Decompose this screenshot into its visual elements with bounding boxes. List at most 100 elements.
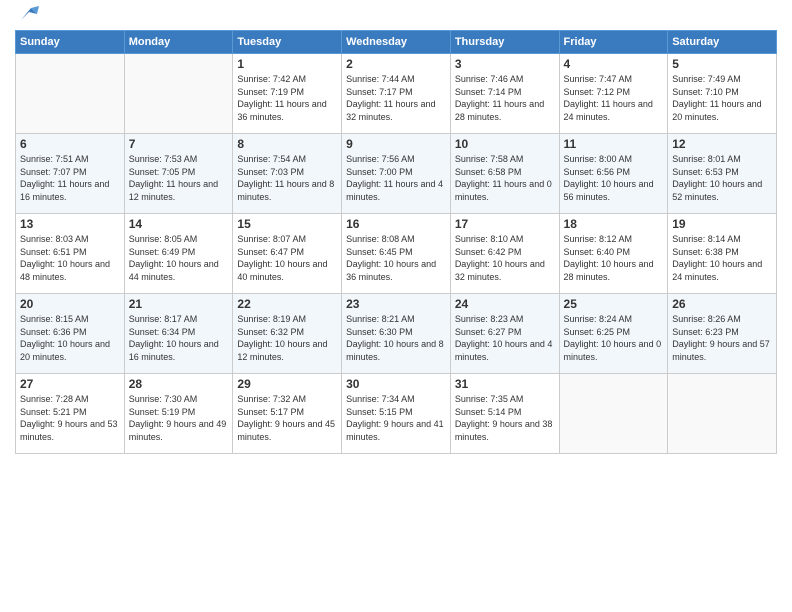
day-info: Sunrise: 8:17 AM Sunset: 6:34 PM Dayligh… [129, 313, 229, 363]
column-header-friday: Friday [559, 31, 668, 54]
calendar-cell: 10 Sunrise: 7:58 AM Sunset: 6:58 PM Dayli… [450, 134, 559, 214]
day-number: 26 [672, 297, 772, 311]
calendar-cell: 9 Sunrise: 7:56 AM Sunset: 7:00 PM Daylig… [342, 134, 451, 214]
column-header-sunday: Sunday [16, 31, 125, 54]
day-number: 10 [455, 137, 555, 151]
day-info: Sunrise: 8:05 AM Sunset: 6:49 PM Dayligh… [129, 233, 229, 283]
week-row-4: 20 Sunrise: 8:15 AM Sunset: 6:36 PM Dayli… [16, 294, 777, 374]
day-number: 9 [346, 137, 446, 151]
calendar-table: SundayMondayTuesdayWednesdayThursdayFrid… [15, 30, 777, 454]
day-number: 13 [20, 217, 120, 231]
day-info: Sunrise: 7:32 AM Sunset: 5:17 PM Dayligh… [237, 393, 337, 443]
week-row-1: 1Sunrise: 7:42 AM Sunset: 7:19 PM Daylig… [16, 54, 777, 134]
day-info: Sunrise: 8:07 AM Sunset: 6:47 PM Dayligh… [237, 233, 337, 283]
calendar-cell [559, 374, 668, 454]
day-info: Sunrise: 8:12 AM Sunset: 6:40 PM Dayligh… [564, 233, 664, 283]
day-info: Sunrise: 8:08 AM Sunset: 6:45 PM Dayligh… [346, 233, 446, 283]
logo-bird-icon [17, 6, 39, 24]
day-number: 4 [564, 57, 664, 71]
day-number: 1 [237, 57, 337, 71]
day-number: 23 [346, 297, 446, 311]
calendar-cell: 13 Sunrise: 8:03 AM Sunset: 6:51 PM Dayli… [16, 214, 125, 294]
page-container: SundayMondayTuesdayWednesdayThursdayFrid… [0, 0, 792, 464]
day-info: Sunrise: 7:53 AM Sunset: 7:05 PM Dayligh… [129, 153, 229, 203]
calendar-cell: 14 Sunrise: 8:05 AM Sunset: 6:49 PM Dayli… [124, 214, 233, 294]
column-header-monday: Monday [124, 31, 233, 54]
calendar-cell: 16 Sunrise: 8:08 AM Sunset: 6:45 PM Dayli… [342, 214, 451, 294]
day-info: Sunrise: 8:00 AM Sunset: 6:56 PM Dayligh… [564, 153, 664, 203]
day-info: Sunrise: 7:44 AM Sunset: 7:17 PM Dayligh… [346, 73, 446, 123]
day-number: 5 [672, 57, 772, 71]
calendar-cell: 5 Sunrise: 7:49 AM Sunset: 7:10 PM Daylig… [668, 54, 777, 134]
calendar-cell: 24 Sunrise: 8:23 AM Sunset: 6:27 PM Dayli… [450, 294, 559, 374]
calendar-cell: 17 Sunrise: 8:10 AM Sunset: 6:42 PM Dayli… [450, 214, 559, 294]
day-info: Sunrise: 8:21 AM Sunset: 6:30 PM Dayligh… [346, 313, 446, 363]
header [15, 10, 777, 24]
day-number: 14 [129, 217, 229, 231]
calendar-cell: 23 Sunrise: 8:21 AM Sunset: 6:30 PM Dayli… [342, 294, 451, 374]
day-info: Sunrise: 7:28 AM Sunset: 5:21 PM Dayligh… [20, 393, 120, 443]
day-info: Sunrise: 7:56 AM Sunset: 7:00 PM Dayligh… [346, 153, 446, 203]
day-info: Sunrise: 8:19 AM Sunset: 6:32 PM Dayligh… [237, 313, 337, 363]
calendar-cell: 28 Sunrise: 7:30 AM Sunset: 5:19 PM Dayli… [124, 374, 233, 454]
day-info: Sunrise: 8:24 AM Sunset: 6:25 PM Dayligh… [564, 313, 664, 363]
day-number: 11 [564, 137, 664, 151]
day-number: 7 [129, 137, 229, 151]
day-info: Sunrise: 7:54 AM Sunset: 7:03 PM Dayligh… [237, 153, 337, 203]
day-info: Sunrise: 7:35 AM Sunset: 5:14 PM Dayligh… [455, 393, 555, 443]
calendar-cell: 22 Sunrise: 8:19 AM Sunset: 6:32 PM Dayli… [233, 294, 342, 374]
calendar-cell: 29 Sunrise: 7:32 AM Sunset: 5:17 PM Dayli… [233, 374, 342, 454]
logo [15, 10, 39, 24]
day-info: Sunrise: 8:23 AM Sunset: 6:27 PM Dayligh… [455, 313, 555, 363]
day-number: 28 [129, 377, 229, 391]
day-info: Sunrise: 7:47 AM Sunset: 7:12 PM Dayligh… [564, 73, 664, 123]
calendar-cell: 21 Sunrise: 8:17 AM Sunset: 6:34 PM Dayli… [124, 294, 233, 374]
day-info: Sunrise: 8:10 AM Sunset: 6:42 PM Dayligh… [455, 233, 555, 283]
calendar-cell: 1Sunrise: 7:42 AM Sunset: 7:19 PM Daylig… [233, 54, 342, 134]
calendar-cell: 25Sunrise: 8:24 AM Sunset: 6:25 PM Dayli… [559, 294, 668, 374]
day-number: 31 [455, 377, 555, 391]
day-number: 24 [455, 297, 555, 311]
calendar-cell: 20 Sunrise: 8:15 AM Sunset: 6:36 PM Dayli… [16, 294, 125, 374]
calendar-cell: 7 Sunrise: 7:53 AM Sunset: 7:05 PM Daylig… [124, 134, 233, 214]
calendar-cell: 30 Sunrise: 7:34 AM Sunset: 5:15 PM Dayli… [342, 374, 451, 454]
day-number: 17 [455, 217, 555, 231]
day-number: 18 [564, 217, 664, 231]
calendar-cell: 15 Sunrise: 8:07 AM Sunset: 6:47 PM Dayli… [233, 214, 342, 294]
calendar-cell [668, 374, 777, 454]
day-info: Sunrise: 8:14 AM Sunset: 6:38 PM Dayligh… [672, 233, 772, 283]
calendar-cell: 12 Sunrise: 8:01 AM Sunset: 6:53 PM Dayli… [668, 134, 777, 214]
calendar-cell: 27 Sunrise: 7:28 AM Sunset: 5:21 PM Dayli… [16, 374, 125, 454]
day-number: 12 [672, 137, 772, 151]
day-number: 20 [20, 297, 120, 311]
column-header-saturday: Saturday [668, 31, 777, 54]
calendar-cell: 11 Sunrise: 8:00 AM Sunset: 6:56 PM Dayli… [559, 134, 668, 214]
day-info: Sunrise: 8:15 AM Sunset: 6:36 PM Dayligh… [20, 313, 120, 363]
calendar-cell: 4 Sunrise: 7:47 AM Sunset: 7:12 PM Daylig… [559, 54, 668, 134]
day-info: Sunrise: 7:58 AM Sunset: 6:58 PM Dayligh… [455, 153, 555, 203]
calendar-cell: 19Sunrise: 8:14 AM Sunset: 6:38 PM Dayli… [668, 214, 777, 294]
day-number: 21 [129, 297, 229, 311]
day-number: 27 [20, 377, 120, 391]
calendar-cell [124, 54, 233, 134]
calendar-cell [16, 54, 125, 134]
day-info: Sunrise: 7:51 AM Sunset: 7:07 PM Dayligh… [20, 153, 120, 203]
week-row-2: 6 Sunrise: 7:51 AM Sunset: 7:07 PM Daylig… [16, 134, 777, 214]
day-info: Sunrise: 7:34 AM Sunset: 5:15 PM Dayligh… [346, 393, 446, 443]
calendar-cell: 6 Sunrise: 7:51 AM Sunset: 7:07 PM Daylig… [16, 134, 125, 214]
week-row-5: 27 Sunrise: 7:28 AM Sunset: 5:21 PM Dayli… [16, 374, 777, 454]
day-number: 16 [346, 217, 446, 231]
day-number: 15 [237, 217, 337, 231]
column-header-tuesday: Tuesday [233, 31, 342, 54]
calendar-cell: 8Sunrise: 7:54 AM Sunset: 7:03 PM Daylig… [233, 134, 342, 214]
week-row-3: 13 Sunrise: 8:03 AM Sunset: 6:51 PM Dayli… [16, 214, 777, 294]
day-info: Sunrise: 7:30 AM Sunset: 5:19 PM Dayligh… [129, 393, 229, 443]
day-info: Sunrise: 8:03 AM Sunset: 6:51 PM Dayligh… [20, 233, 120, 283]
day-number: 29 [237, 377, 337, 391]
day-number: 22 [237, 297, 337, 311]
day-number: 30 [346, 377, 446, 391]
day-info: Sunrise: 7:49 AM Sunset: 7:10 PM Dayligh… [672, 73, 772, 123]
header-row: SundayMondayTuesdayWednesdayThursdayFrid… [16, 31, 777, 54]
day-info: Sunrise: 8:01 AM Sunset: 6:53 PM Dayligh… [672, 153, 772, 203]
day-number: 6 [20, 137, 120, 151]
